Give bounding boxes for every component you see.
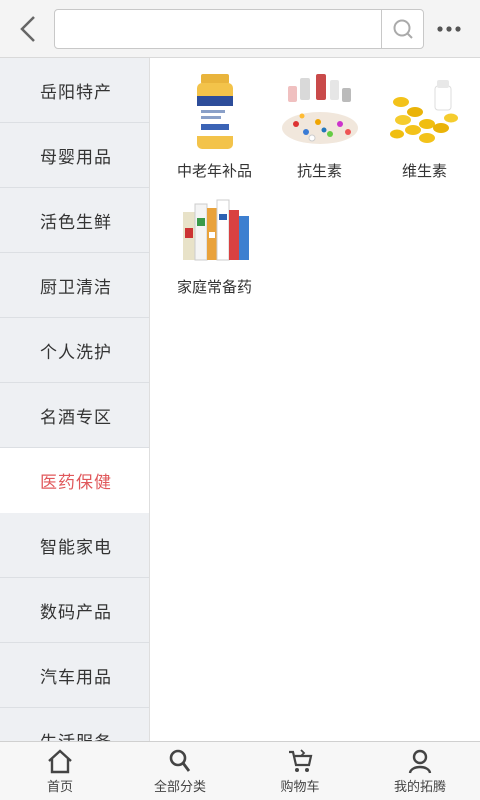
product-item[interactable]: 维生素	[372, 72, 477, 181]
product-label: 抗生素	[296, 162, 342, 180]
sidebar-item-smart-appliances[interactable]: 智能家电	[0, 513, 149, 578]
sidebar-item-fresh-food[interactable]: 活色生鲜	[0, 188, 149, 253]
product-label: 中老年补品	[176, 162, 252, 180]
tab-home[interactable]: 首页	[0, 742, 120, 800]
product-grid: 中老年补品 抗生素 维生素 家庭常备药	[150, 58, 480, 741]
product-item[interactable]: 家庭常备药	[162, 188, 267, 297]
more-dots-icon	[437, 26, 461, 32]
tab-cart[interactable]: 购物车	[240, 742, 360, 800]
chevron-left-icon	[20, 16, 35, 42]
category-sidebar: 岳阳特产 母婴用品 活色生鲜 厨卫清洁 个人洗护 名酒专区 医药保健 智能家电 …	[0, 58, 150, 741]
tab-label: 全部分类	[153, 780, 206, 795]
tab-label: 我的拓腾	[393, 780, 446, 795]
search-button[interactable]	[381, 10, 423, 48]
softgel-capsules-image	[389, 80, 458, 143]
search-box	[54, 9, 424, 49]
medicine-boxes-image	[182, 199, 249, 261]
tab-label: 购物车	[280, 780, 320, 795]
sidebar-item-kitchen-cleaning[interactable]: 厨卫清洁	[0, 253, 149, 318]
fish-oil-bottle-image	[196, 74, 233, 149]
search-icon	[169, 749, 191, 772]
sidebar-item-liquor[interactable]: 名酒专区	[0, 383, 149, 448]
product-item[interactable]: 抗生素	[267, 72, 372, 181]
search-icon	[393, 19, 413, 39]
home-icon	[48, 749, 72, 774]
sidebar-item-mother-baby[interactable]: 母婴用品	[0, 123, 149, 188]
more-button[interactable]	[430, 9, 470, 49]
sidebar-item-personal-care[interactable]: 个人洗护	[0, 318, 149, 383]
user-icon	[408, 749, 432, 774]
pills-pile-image	[281, 74, 358, 144]
cart-icon	[289, 749, 313, 772]
back-button[interactable]	[8, 9, 48, 49]
sidebar-item-digital[interactable]: 数码产品	[0, 578, 149, 643]
bottom-tab-bar: 首页 全部分类 购物车 我的拓腾	[0, 741, 480, 800]
product-label: 维生素	[401, 162, 447, 180]
tab-my-account[interactable]: 我的拓腾	[360, 742, 480, 800]
sidebar-item-life-services[interactable]: 生活服务	[0, 708, 149, 742]
product-label: 家庭常备药	[176, 278, 252, 296]
sidebar-item-auto[interactable]: 汽车用品	[0, 643, 149, 708]
tab-all-categories[interactable]: 全部分类	[120, 742, 240, 800]
tab-label: 首页	[46, 780, 73, 795]
top-bar	[0, 0, 480, 58]
sidebar-item-yueyang-specialty[interactable]: 岳阳特产	[0, 58, 149, 123]
search-input[interactable]	[55, 10, 381, 48]
product-item[interactable]: 中老年补品	[162, 72, 267, 181]
sidebar-item-medicine-health[interactable]: 医药保健	[0, 448, 149, 513]
